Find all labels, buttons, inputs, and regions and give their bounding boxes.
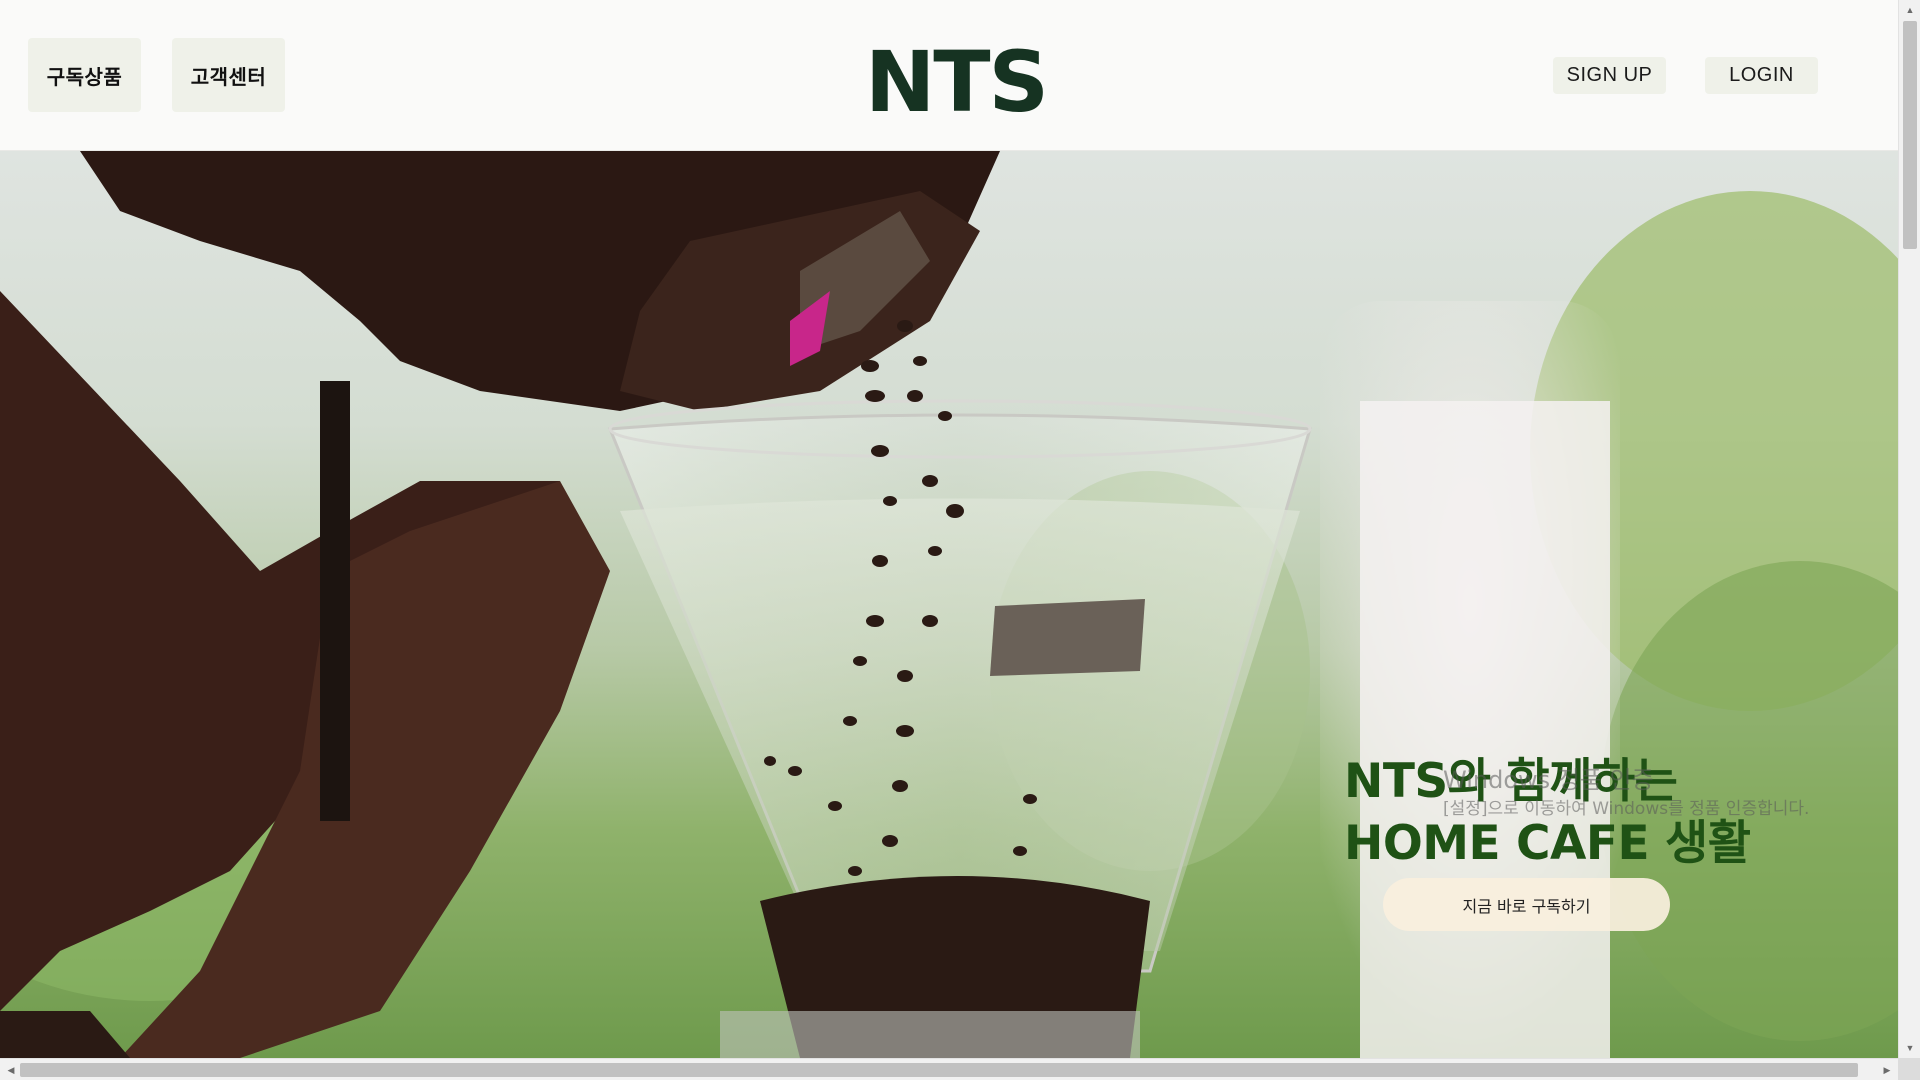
scroll-down-arrow-icon[interactable]: ▼ (1899, 1038, 1920, 1058)
hero-banner: NTS와 함께하는 HOME CAFE 생활 지금 바로 구독하기 (0, 151, 1898, 1058)
subscribe-now-button[interactable]: 지금 바로 구독하기 (1383, 878, 1670, 931)
page-viewport: 구독상품 고객센터 NTS SIGN UP LOGIN NTS와 함께하는 HO… (0, 0, 1898, 1058)
watermark-subtitle: [설정]으로 이동하여 Windows를 정품 인증합니다. (1443, 799, 1810, 819)
login-button[interactable]: LOGIN (1705, 57, 1818, 94)
scroll-left-arrow-icon[interactable]: ◀ (0, 1060, 22, 1080)
vertical-scrollbar[interactable]: ▲ ▼ (1898, 0, 1920, 1058)
horizontal-scroll-thumb[interactable] (20, 1063, 1858, 1077)
site-header: 구독상품 고객센터 NTS SIGN UP LOGIN (0, 0, 1898, 151)
scrollbar-corner (1898, 1058, 1920, 1080)
vertical-scroll-thumb[interactable] (1903, 21, 1917, 249)
scroll-right-arrow-icon[interactable]: ▶ (1876, 1060, 1898, 1080)
signup-button[interactable]: SIGN UP (1553, 57, 1666, 94)
watermark-title: Windows 정품 인증 (1443, 766, 1654, 794)
windows-activation-watermark: Windows 정품 인증 [설정]으로 이동하여 Windows를 정품 인증… (1443, 765, 1809, 823)
scroll-up-arrow-icon[interactable]: ▲ (1899, 0, 1920, 20)
horizontal-scrollbar[interactable]: ◀ ▶ (0, 1058, 1898, 1080)
